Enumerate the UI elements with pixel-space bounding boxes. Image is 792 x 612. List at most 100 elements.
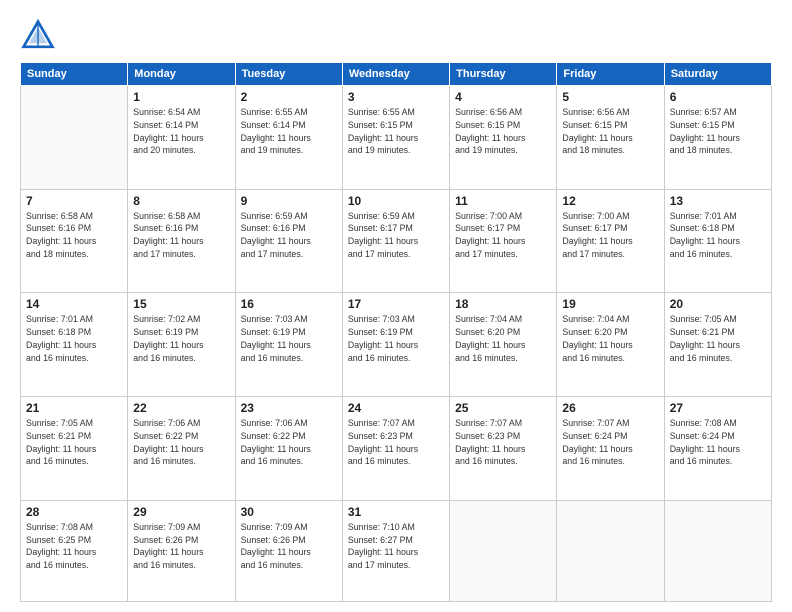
calendar-body: 1 Sunrise: 6:54 AMSunset: 6:14 PMDaylight… <box>21 86 772 602</box>
calendar-week-row: 14 Sunrise: 7:01 AMSunset: 6:18 PMDayligh… <box>21 293 772 397</box>
day-of-week-header: Monday <box>128 63 235 86</box>
calendar-cell: 22 Sunrise: 7:06 AMSunset: 6:22 PMDayligh… <box>128 397 235 501</box>
day-number: 16 <box>241 297 337 311</box>
day-number: 24 <box>348 401 444 415</box>
calendar-cell: 31 Sunrise: 7:10 AMSunset: 6:27 PMDayligh… <box>342 500 449 601</box>
day-info: Sunrise: 7:07 AMSunset: 6:24 PMDaylight:… <box>562 417 658 468</box>
day-number: 6 <box>670 90 766 104</box>
day-number: 14 <box>26 297 122 311</box>
calendar-cell: 11 Sunrise: 7:00 AMSunset: 6:17 PMDayligh… <box>450 189 557 293</box>
day-number: 31 <box>348 505 444 519</box>
day-number: 18 <box>455 297 551 311</box>
day-info: Sunrise: 7:05 AMSunset: 6:21 PMDaylight:… <box>670 313 766 364</box>
day-info: Sunrise: 7:09 AMSunset: 6:26 PMDaylight:… <box>241 521 337 572</box>
calendar-cell: 9 Sunrise: 6:59 AMSunset: 6:16 PMDaylight… <box>235 189 342 293</box>
day-of-week-header: Friday <box>557 63 664 86</box>
calendar-cell: 7 Sunrise: 6:58 AMSunset: 6:16 PMDaylight… <box>21 189 128 293</box>
day-info: Sunrise: 6:57 AMSunset: 6:15 PMDaylight:… <box>670 106 766 157</box>
day-info: Sunrise: 7:10 AMSunset: 6:27 PMDaylight:… <box>348 521 444 572</box>
day-number: 22 <box>133 401 229 415</box>
calendar-cell: 25Sunrise: 7:07 AMSunset: 6:23 PMDayligh… <box>450 397 557 501</box>
day-number: 5 <box>562 90 658 104</box>
logo-icon <box>20 18 56 54</box>
calendar-cell: 5 Sunrise: 6:56 AMSunset: 6:15 PMDaylight… <box>557 86 664 190</box>
day-number: 23 <box>241 401 337 415</box>
day-info: Sunrise: 6:56 AMSunset: 6:15 PMDaylight:… <box>562 106 658 157</box>
day-info: Sunrise: 7:07 AMSunset: 6:23 PMDaylight:… <box>455 417 551 468</box>
day-number: 1 <box>133 90 229 104</box>
day-info: Sunrise: 6:58 AMSunset: 6:16 PMDaylight:… <box>26 210 122 261</box>
day-number: 30 <box>241 505 337 519</box>
day-number: 12 <box>562 194 658 208</box>
day-number: 9 <box>241 194 337 208</box>
calendar-cell: 8 Sunrise: 6:58 AMSunset: 6:16 PMDaylight… <box>128 189 235 293</box>
calendar-cell: 6 Sunrise: 6:57 AMSunset: 6:15 PMDaylight… <box>664 86 771 190</box>
day-number: 4 <box>455 90 551 104</box>
calendar-cell: 17 Sunrise: 7:03 AMSunset: 6:19 PMDayligh… <box>342 293 449 397</box>
day-info: Sunrise: 6:59 AMSunset: 6:17 PMDaylight:… <box>348 210 444 261</box>
day-number: 27 <box>670 401 766 415</box>
day-number: 26 <box>562 401 658 415</box>
day-info: Sunrise: 7:08 AMSunset: 6:24 PMDaylight:… <box>670 417 766 468</box>
day-info: Sunrise: 7:08 AMSunset: 6:25 PMDaylight:… <box>26 521 122 572</box>
day-info: Sunrise: 7:03 AMSunset: 6:19 PMDaylight:… <box>348 313 444 364</box>
day-number: 17 <box>348 297 444 311</box>
day-info: Sunrise: 7:05 AMSunset: 6:21 PMDaylight:… <box>26 417 122 468</box>
calendar-cell: 4 Sunrise: 6:56 AMSunset: 6:15 PMDaylight… <box>450 86 557 190</box>
day-number: 28 <box>26 505 122 519</box>
calendar-cell: 20Sunrise: 7:05 AMSunset: 6:21 PMDayligh… <box>664 293 771 397</box>
day-number: 8 <box>133 194 229 208</box>
header <box>20 18 772 54</box>
day-info: Sunrise: 7:03 AMSunset: 6:19 PMDaylight:… <box>241 313 337 364</box>
calendar-cell: 13 Sunrise: 7:01 AMSunset: 6:18 PMDayligh… <box>664 189 771 293</box>
calendar-cell: 26 Sunrise: 7:07 AMSunset: 6:24 PMDayligh… <box>557 397 664 501</box>
calendar-cell: 24Sunrise: 7:07 AMSunset: 6:23 PMDayligh… <box>342 397 449 501</box>
day-info: Sunrise: 7:01 AMSunset: 6:18 PMDaylight:… <box>26 313 122 364</box>
calendar-cell: 3Sunrise: 6:55 AMSunset: 6:15 PMDaylight… <box>342 86 449 190</box>
day-info: Sunrise: 7:06 AMSunset: 6:22 PMDaylight:… <box>133 417 229 468</box>
calendar-header: SundayMondayTuesdayWednesdayThursdayFrid… <box>21 63 772 86</box>
day-of-week-header: Thursday <box>450 63 557 86</box>
day-number: 15 <box>133 297 229 311</box>
day-of-week-header: Wednesday <box>342 63 449 86</box>
day-info: Sunrise: 6:55 AMSunset: 6:15 PMDaylight:… <box>348 106 444 157</box>
calendar-cell <box>21 86 128 190</box>
day-info: Sunrise: 7:01 AMSunset: 6:18 PMDaylight:… <box>670 210 766 261</box>
day-number: 10 <box>348 194 444 208</box>
header-row: SundayMondayTuesdayWednesdayThursdayFrid… <box>21 63 772 86</box>
calendar-cell: 19Sunrise: 7:04 AMSunset: 6:20 PMDayligh… <box>557 293 664 397</box>
calendar-cell: 1 Sunrise: 6:54 AMSunset: 6:14 PMDaylight… <box>128 86 235 190</box>
calendar-cell <box>557 500 664 601</box>
day-number: 11 <box>455 194 551 208</box>
day-info: Sunrise: 7:00 AMSunset: 6:17 PMDaylight:… <box>455 210 551 261</box>
calendar-cell <box>664 500 771 601</box>
day-info: Sunrise: 6:58 AMSunset: 6:16 PMDaylight:… <box>133 210 229 261</box>
calendar-cell: 2Sunrise: 6:55 AMSunset: 6:14 PMDaylight… <box>235 86 342 190</box>
calendar-cell: 12Sunrise: 7:00 AMSunset: 6:17 PMDayligh… <box>557 189 664 293</box>
calendar-table: SundayMondayTuesdayWednesdayThursdayFrid… <box>20 62 772 602</box>
calendar-cell: 10 Sunrise: 6:59 AMSunset: 6:17 PMDayligh… <box>342 189 449 293</box>
calendar-week-row: 21 Sunrise: 7:05 AMSunset: 6:21 PMDayligh… <box>21 397 772 501</box>
calendar-cell: 29Sunrise: 7:09 AMSunset: 6:26 PMDayligh… <box>128 500 235 601</box>
day-number: 29 <box>133 505 229 519</box>
day-info: Sunrise: 6:56 AMSunset: 6:15 PMDaylight:… <box>455 106 551 157</box>
day-info: Sunrise: 6:54 AMSunset: 6:14 PMDaylight:… <box>133 106 229 157</box>
day-number: 19 <box>562 297 658 311</box>
calendar-week-row: 7 Sunrise: 6:58 AMSunset: 6:16 PMDaylight… <box>21 189 772 293</box>
day-of-week-header: Tuesday <box>235 63 342 86</box>
day-info: Sunrise: 6:59 AMSunset: 6:16 PMDaylight:… <box>241 210 337 261</box>
day-number: 7 <box>26 194 122 208</box>
day-number: 21 <box>26 401 122 415</box>
logo <box>20 18 60 54</box>
calendar-cell: 18 Sunrise: 7:04 AMSunset: 6:20 PMDayligh… <box>450 293 557 397</box>
day-info: Sunrise: 7:04 AMSunset: 6:20 PMDaylight:… <box>455 313 551 364</box>
day-info: Sunrise: 6:55 AMSunset: 6:14 PMDaylight:… <box>241 106 337 157</box>
calendar-cell: 23Sunrise: 7:06 AMSunset: 6:22 PMDayligh… <box>235 397 342 501</box>
day-number: 13 <box>670 194 766 208</box>
calendar-cell: 30 Sunrise: 7:09 AMSunset: 6:26 PMDayligh… <box>235 500 342 601</box>
day-of-week-header: Saturday <box>664 63 771 86</box>
calendar-cell: 16 Sunrise: 7:03 AMSunset: 6:19 PMDayligh… <box>235 293 342 397</box>
calendar-cell <box>450 500 557 601</box>
day-of-week-header: Sunday <box>21 63 128 86</box>
calendar-cell: 15Sunrise: 7:02 AMSunset: 6:19 PMDayligh… <box>128 293 235 397</box>
